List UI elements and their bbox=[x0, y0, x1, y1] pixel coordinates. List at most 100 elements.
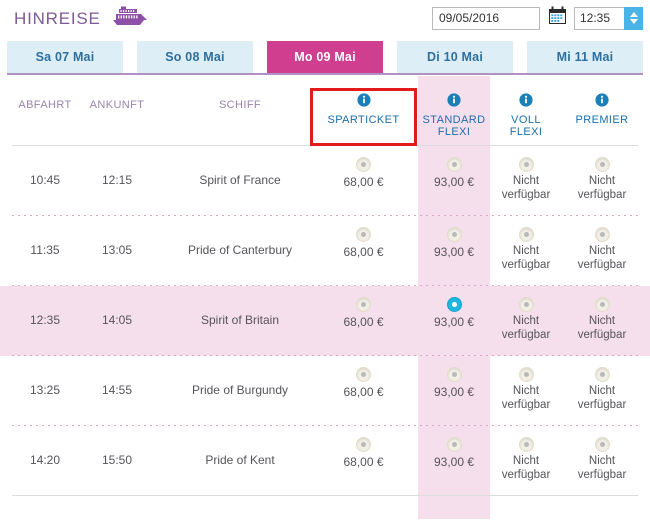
cell-ship: Pride of Canterbury bbox=[187, 243, 293, 257]
fare-option-3: Nicht verfügbar bbox=[566, 437, 638, 482]
fare-unavailable-line1: Nicht bbox=[588, 175, 616, 187]
tab-day-3-label: Di 10 Mai bbox=[427, 50, 483, 64]
fare-option-3: Nicht verfügbar bbox=[566, 227, 638, 272]
fare-option-1[interactable]: 93,00 € bbox=[418, 227, 490, 259]
radio-unselected-icon[interactable] bbox=[446, 367, 462, 382]
fare-unavailable-line2: verfügbar bbox=[501, 399, 551, 411]
table-row[interactable]: 14:20 15:50 Pride of Kent 68,00 € 93,00 € Nic… bbox=[0, 426, 650, 496]
row-separator bbox=[12, 495, 638, 496]
column-header-ship: SCHIFF bbox=[218, 99, 262, 111]
time-input[interactable] bbox=[574, 6, 624, 30]
table-row[interactable]: 11:35 13:05 Pride of Canterbury 68,00 € 93,0… bbox=[0, 216, 650, 286]
info-icon[interactable] bbox=[490, 93, 562, 110]
cell-arrival: 12:15 bbox=[101, 173, 133, 187]
fare-unavailable-line2: verfügbar bbox=[501, 329, 551, 341]
fare-option-3: Nicht verfügbar bbox=[566, 297, 638, 342]
fare-unavailable-line2: verfügbar bbox=[577, 469, 627, 481]
fare-price: 93,00 € bbox=[433, 315, 475, 329]
tab-day-4[interactable]: Mi 11 Mai bbox=[527, 41, 643, 73]
fare-unavailable-line2: verfügbar bbox=[577, 189, 627, 201]
fare-unavailable-line1: Nicht bbox=[512, 175, 540, 187]
date-input[interactable] bbox=[432, 6, 540, 30]
info-icon[interactable] bbox=[418, 93, 490, 110]
radio-selected-icon[interactable] bbox=[446, 297, 462, 312]
fare-unavailable-line1: Nicht bbox=[588, 315, 616, 327]
column-header-standard-flexi-label: STANDARD bbox=[422, 114, 486, 126]
fare-unavailable-line2: verfügbar bbox=[501, 469, 551, 481]
radio-unselected-icon[interactable] bbox=[356, 297, 371, 312]
fare-price: 68,00 € bbox=[343, 455, 384, 469]
date-tabs: Sa 07 Mai So 08 Mai Mo 09 Mai Di 10 Mai … bbox=[0, 41, 650, 73]
column-header-voll-flexi-label: VOLL bbox=[511, 114, 541, 126]
cell-ship: Pride of Burgundy bbox=[191, 383, 289, 397]
table-row[interactable]: 12:35 14:05 Spirit of Britain 68,00 € 93,00 … bbox=[0, 286, 650, 356]
time-stepper[interactable] bbox=[624, 6, 643, 30]
cell-ship: Spirit of Britain bbox=[200, 313, 280, 327]
radio-unselected-icon bbox=[518, 227, 534, 242]
radio-unselected-icon bbox=[518, 157, 534, 172]
radio-unselected-icon[interactable] bbox=[356, 157, 371, 172]
column-header-premier[interactable]: PREMIER bbox=[566, 93, 638, 126]
fare-unavailable-line2: verfügbar bbox=[577, 399, 627, 411]
tab-day-3[interactable]: Di 10 Mai bbox=[397, 41, 513, 73]
radio-unselected-icon[interactable] bbox=[356, 227, 371, 242]
fare-option-0[interactable]: 68,00 € bbox=[310, 157, 417, 189]
cell-arrival: 14:05 bbox=[101, 313, 133, 327]
fare-unavailable-line1: Nicht bbox=[588, 385, 616, 397]
cell-arrival: 13:05 bbox=[101, 243, 133, 257]
radio-unselected-icon bbox=[518, 367, 534, 382]
radio-unselected-icon[interactable] bbox=[356, 367, 371, 382]
fare-price: 93,00 € bbox=[433, 245, 475, 259]
column-header-departure: ABFAHRT bbox=[18, 99, 72, 111]
fare-option-1[interactable]: 93,00 € bbox=[418, 157, 490, 189]
fare-option-1[interactable]: 93,00 € bbox=[418, 367, 490, 399]
column-header-arrival: ANKUNFT bbox=[89, 99, 145, 111]
cell-departure: 10:45 bbox=[29, 173, 61, 187]
radio-unselected-icon bbox=[518, 437, 534, 452]
column-header-voll-flexi[interactable]: VOLL FLEXI bbox=[490, 93, 562, 138]
fare-option-0[interactable]: 68,00 € bbox=[310, 227, 417, 259]
info-icon[interactable] bbox=[310, 93, 417, 110]
fare-option-0[interactable]: 68,00 € bbox=[310, 297, 417, 329]
fare-unavailable-line1: Nicht bbox=[512, 455, 540, 467]
fare-unavailable-line2: verfügbar bbox=[577, 259, 627, 271]
table-row[interactable]: 13:25 14:55 Pride of Burgundy 68,00 € 93,00 … bbox=[0, 356, 650, 426]
fare-option-2: Nicht verfügbar bbox=[490, 157, 562, 202]
fare-price: 93,00 € bbox=[433, 455, 475, 469]
tab-day-0[interactable]: Sa 07 Mai bbox=[7, 41, 123, 73]
radio-unselected-icon bbox=[518, 297, 534, 312]
radio-unselected-icon[interactable] bbox=[446, 227, 462, 242]
column-header-sparticket[interactable]: SPARTICKET bbox=[310, 93, 417, 126]
ferry-icon bbox=[110, 6, 148, 31]
calendar-icon[interactable] bbox=[548, 6, 567, 30]
radio-unselected-icon[interactable] bbox=[356, 437, 371, 452]
radio-unselected-icon[interactable] bbox=[446, 157, 462, 172]
radio-unselected-icon bbox=[594, 227, 610, 242]
column-header-premier-label: PREMIER bbox=[575, 114, 629, 126]
fare-option-3: Nicht verfügbar bbox=[566, 367, 638, 412]
column-header-standard-flexi[interactable]: STANDARD FLEXI bbox=[418, 93, 490, 138]
table-header-row: ABFAHRT ANKUNFT SCHIFF SPARTICKET STANDA… bbox=[0, 76, 650, 146]
fare-option-1[interactable]: 93,00 € bbox=[418, 297, 490, 329]
fare-option-2: Nicht verfügbar bbox=[490, 227, 562, 272]
cell-departure: 14:20 bbox=[29, 453, 61, 467]
tab-day-1[interactable]: So 08 Mai bbox=[137, 41, 253, 73]
column-header-standard-flexi-label2: FLEXI bbox=[437, 126, 471, 138]
info-icon[interactable] bbox=[566, 93, 638, 110]
cell-ship: Pride of Kent bbox=[205, 453, 275, 467]
cell-departure: 11:35 bbox=[30, 243, 60, 257]
chevron-up-icon[interactable] bbox=[629, 12, 638, 17]
tab-day-2[interactable]: Mo 09 Mai bbox=[267, 41, 383, 73]
fare-option-1[interactable]: 93,00 € bbox=[418, 437, 490, 469]
cell-ship: Spirit of France bbox=[199, 173, 281, 187]
page-header: HINREISE bbox=[0, 0, 650, 38]
cell-departure: 13:25 bbox=[29, 383, 61, 397]
tab-day-4-label: Mi 11 Mai bbox=[556, 50, 614, 64]
fare-unavailable-line1: Nicht bbox=[588, 455, 616, 467]
table-row[interactable]: 10:45 12:15 Spirit of France 68,00 € 93,00 €… bbox=[0, 146, 650, 216]
tab-day-0-label: Sa 07 Mai bbox=[35, 50, 95, 64]
radio-unselected-icon[interactable] bbox=[446, 437, 462, 452]
chevron-down-icon[interactable] bbox=[629, 19, 638, 24]
fare-option-0[interactable]: 68,00 € bbox=[310, 367, 417, 399]
fare-option-0[interactable]: 68,00 € bbox=[310, 437, 417, 469]
